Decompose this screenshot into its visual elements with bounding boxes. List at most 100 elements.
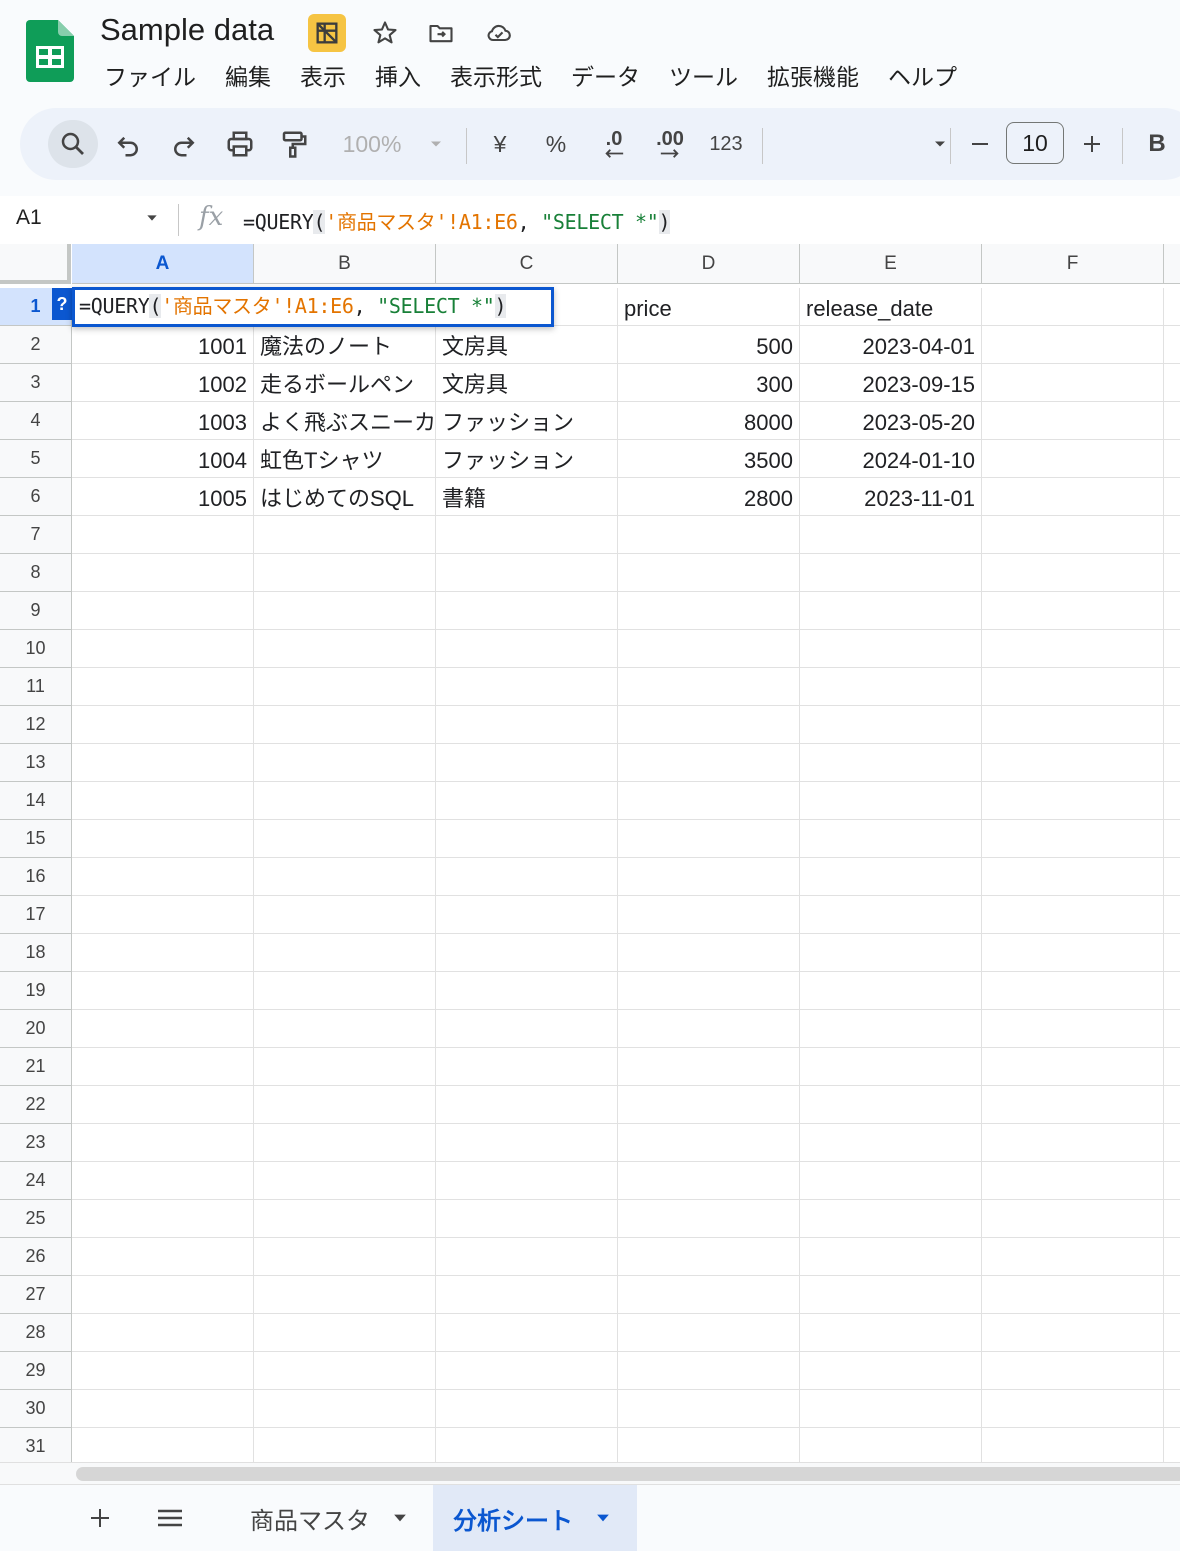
- paint-format-button[interactable]: [274, 108, 314, 180]
- print-button[interactable]: [220, 108, 260, 180]
- percent-format-button[interactable]: %: [538, 108, 574, 180]
- spreadsheet-grid[interactable]: A B C D E F 1 2 3 4 5 6 7 8 9 10 11 12 13 14 15 16 17 18 1…: [0, 244, 1180, 1464]
- cell-d5[interactable]: 3500: [618, 440, 800, 478]
- cell-c3[interactable]: 文房具: [436, 364, 618, 402]
- row-header-20[interactable]: 20: [0, 1010, 72, 1048]
- row-header-18[interactable]: 18: [0, 934, 72, 972]
- column-header-f[interactable]: F: [982, 244, 1164, 284]
- row-header-24[interactable]: 24: [0, 1162, 72, 1200]
- row-header-23[interactable]: 23: [0, 1124, 72, 1162]
- cell-a3[interactable]: 1002: [72, 364, 254, 402]
- decrease-decimal-button[interactable]: .0: [592, 108, 636, 180]
- menu-file[interactable]: ファイル: [104, 58, 196, 92]
- row-header-30[interactable]: 30: [0, 1390, 72, 1428]
- row-header-14[interactable]: 14: [0, 782, 72, 820]
- row-header-8[interactable]: 8: [0, 554, 72, 592]
- cell-a1-editor[interactable]: =QUERY('商品マスタ'!A1:E6, "SELECT *"): [72, 287, 554, 327]
- cell-b3[interactable]: 走るボールペン: [254, 364, 436, 402]
- row-header-29[interactable]: 29: [0, 1352, 72, 1390]
- cell-e5[interactable]: 2024-01-10: [800, 440, 982, 478]
- add-sheet-button[interactable]: [82, 1485, 118, 1551]
- menu-insert[interactable]: 挿入: [375, 58, 421, 92]
- column-header-b[interactable]: B: [254, 244, 436, 284]
- cell-c6[interactable]: 書籍: [436, 478, 618, 516]
- sheet-tab-analysis[interactable]: 分析シート: [433, 1485, 637, 1551]
- name-box-chevron-down-icon[interactable]: [144, 210, 160, 231]
- font-family-select[interactable]: [770, 108, 950, 180]
- row-header-16[interactable]: 16: [0, 858, 72, 896]
- row-header-17[interactable]: 17: [0, 896, 72, 934]
- row-header-19[interactable]: 19: [0, 972, 72, 1010]
- cell-b6[interactable]: はじめてのSQL: [254, 478, 436, 516]
- horizontal-scroll-thumb[interactable]: [76, 1467, 1180, 1481]
- column-header-d[interactable]: D: [618, 244, 800, 284]
- column-header-g[interactable]: [1164, 244, 1180, 284]
- row-header-15[interactable]: 15: [0, 820, 72, 858]
- cell-d3[interactable]: 300: [618, 364, 800, 402]
- cell-d1[interactable]: price: [618, 288, 800, 326]
- menu-format[interactable]: 表示形式: [450, 58, 542, 92]
- cell-d2[interactable]: 500: [618, 326, 800, 364]
- formula-help-badge[interactable]: ?: [52, 288, 72, 320]
- cell-e6[interactable]: 2023-11-01: [800, 478, 982, 516]
- cell-e3[interactable]: 2023-09-15: [800, 364, 982, 402]
- cell-c2[interactable]: 文房具: [436, 326, 618, 364]
- cell-c4[interactable]: ファッション: [436, 402, 618, 440]
- cell-c5[interactable]: ファッション: [436, 440, 618, 478]
- row-header-6[interactable]: 6: [0, 478, 72, 516]
- font-size-input[interactable]: 10: [1006, 122, 1064, 164]
- chevron-down-icon[interactable]: [390, 1508, 410, 1528]
- increase-font-size-button[interactable]: [1076, 108, 1108, 180]
- menu-tools[interactable]: ツール: [669, 58, 738, 92]
- row-header-10[interactable]: 10: [0, 630, 72, 668]
- star-icon[interactable]: [366, 14, 404, 52]
- increase-decimal-button[interactable]: .00: [646, 108, 694, 180]
- select-all-corner[interactable]: [0, 244, 71, 284]
- menu-view[interactable]: 表示: [300, 58, 346, 92]
- undo-button[interactable]: [108, 108, 148, 180]
- cell-b2[interactable]: 魔法のノート: [254, 326, 436, 364]
- row-header-25[interactable]: 25: [0, 1200, 72, 1238]
- row-header-2[interactable]: 2: [0, 326, 72, 364]
- non-native-file-badge-icon[interactable]: [308, 14, 346, 52]
- bold-button[interactable]: B: [1142, 108, 1172, 180]
- row-header-21[interactable]: 21: [0, 1048, 72, 1086]
- horizontal-scrollbar[interactable]: [0, 1462, 1180, 1485]
- row-header-12[interactable]: 12: [0, 706, 72, 744]
- cell-d4[interactable]: 8000: [618, 402, 800, 440]
- formula-input[interactable]: =QUERY('商品マスタ'!A1:E6, "SELECT *"): [243, 206, 671, 235]
- row-header-5[interactable]: 5: [0, 440, 72, 478]
- row-header-9[interactable]: 9: [0, 592, 72, 630]
- row-header-31[interactable]: 31: [0, 1428, 72, 1464]
- cell-b4[interactable]: よく飛ぶスニーカー: [254, 402, 436, 440]
- move-folder-icon[interactable]: [422, 14, 460, 52]
- cell-a4[interactable]: 1003: [72, 402, 254, 440]
- column-header-e[interactable]: E: [800, 244, 982, 284]
- sheets-logo[interactable]: [26, 20, 74, 82]
- search-menus-button[interactable]: [48, 120, 98, 168]
- menu-edit[interactable]: 編集: [225, 58, 271, 92]
- currency-format-button[interactable]: ¥: [482, 108, 518, 180]
- cell-e4[interactable]: 2023-05-20: [800, 402, 982, 440]
- row-header-11[interactable]: 11: [0, 668, 72, 706]
- zoom-chevron-down-icon[interactable]: [424, 108, 448, 180]
- menu-data[interactable]: データ: [571, 58, 640, 92]
- cell-d6[interactable]: 2800: [618, 478, 800, 516]
- more-formats-button[interactable]: 123: [704, 108, 748, 180]
- cell-a2[interactable]: 1001: [72, 326, 254, 364]
- column-header-a[interactable]: A: [72, 244, 254, 284]
- cell-a5[interactable]: 1004: [72, 440, 254, 478]
- cloud-saved-icon[interactable]: [480, 14, 518, 52]
- zoom-select[interactable]: 100%: [336, 108, 408, 180]
- name-box[interactable]: A1: [16, 206, 42, 230]
- cell-b5[interactable]: 虹色Tシャツ: [254, 440, 436, 478]
- row-header-7[interactable]: 7: [0, 516, 72, 554]
- cell-e2[interactable]: 2023-04-01: [800, 326, 982, 364]
- cell-e1[interactable]: release_date: [800, 288, 982, 326]
- menu-extensions[interactable]: 拡張機能: [767, 58, 859, 92]
- row-header-22[interactable]: 22: [0, 1086, 72, 1124]
- sheet-tab-master[interactable]: 商品マスタ: [232, 1485, 430, 1551]
- menu-help[interactable]: ヘルプ: [888, 58, 957, 92]
- redo-button[interactable]: [164, 108, 204, 180]
- chevron-down-icon[interactable]: [593, 1508, 613, 1528]
